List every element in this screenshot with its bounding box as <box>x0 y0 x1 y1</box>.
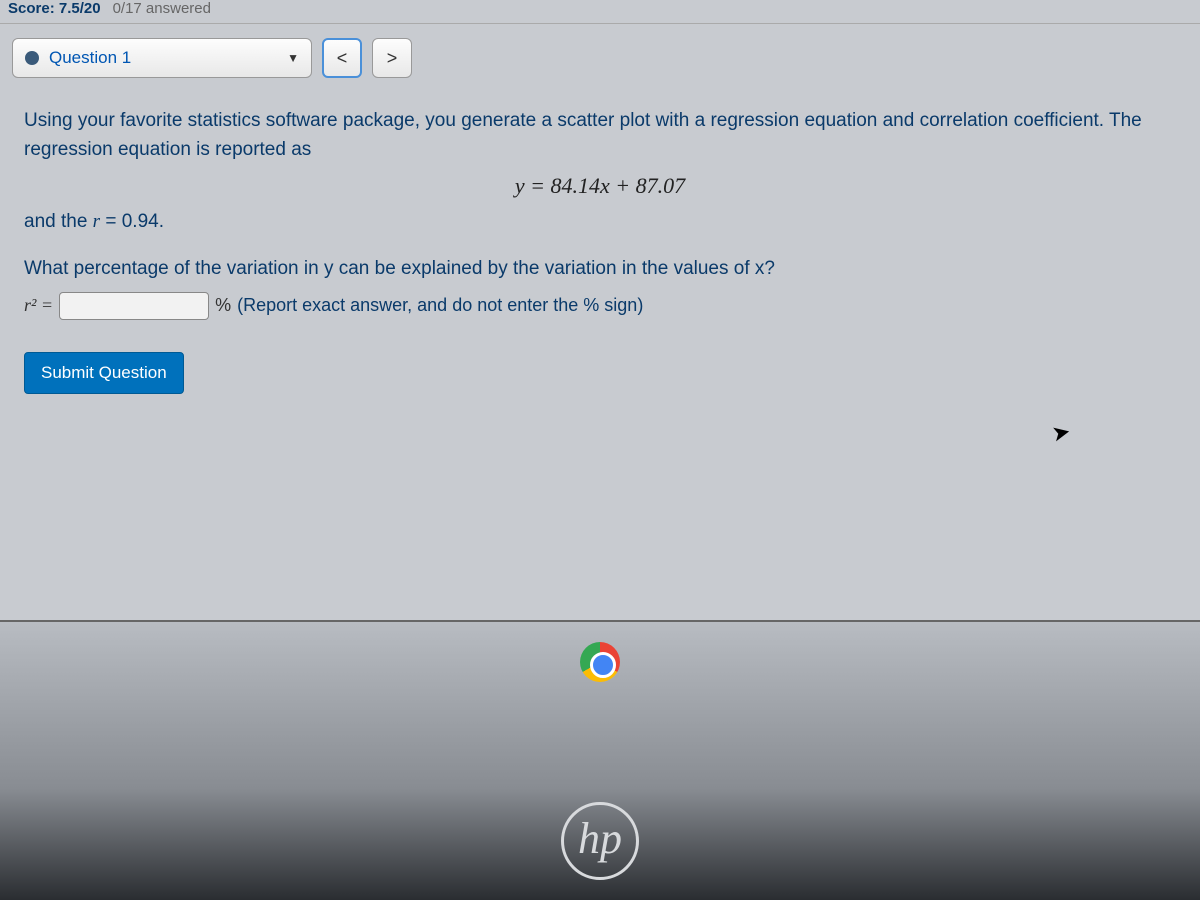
answer-hint: (Report exact answer, and do not enter t… <box>237 292 643 320</box>
r-squared-label: r² = <box>24 292 53 320</box>
question-body: Using your favorite statistics software … <box>0 84 1200 416</box>
question-dropdown[interactable]: Question 1 ▼ <box>12 38 312 78</box>
status-dot-icon <box>25 51 39 65</box>
r-squared-input[interactable] <box>59 292 209 320</box>
hp-logo-icon: hp <box>561 802 639 880</box>
percent-symbol: % <box>215 292 231 320</box>
question-nav: Question 1 ▼ < > <box>0 32 1200 84</box>
regression-equation: y = 84.14x + 87.07 <box>24 169 1176 203</box>
cursor-icon: ➤ <box>1049 418 1072 447</box>
r-value-line: and the r = 0.94. <box>24 207 1176 236</box>
score-bar: Score: 7.5/20 0/17 answered <box>0 0 1200 21</box>
chevron-left-icon: < <box>337 48 348 69</box>
submit-question-button[interactable]: Submit Question <box>24 352 184 394</box>
next-question-button[interactable]: > <box>372 38 412 78</box>
sub-question: What percentage of the variation in y ca… <box>24 254 1176 283</box>
chevron-down-icon: ▼ <box>287 51 299 65</box>
question-intro: Using your favorite statistics software … <box>24 106 1176 165</box>
laptop-bezel: hp <box>0 620 1200 900</box>
chevron-right-icon: > <box>387 48 398 69</box>
question-label: Question 1 <box>49 48 131 68</box>
prev-question-button[interactable]: < <box>322 38 362 78</box>
answered-text: 0/17 answered <box>113 0 211 17</box>
answer-row: r² = % (Report exact answer, and do not … <box>24 292 1176 320</box>
chrome-icon[interactable] <box>580 642 620 682</box>
divider <box>0 23 1200 24</box>
score-text: Score: 7.5/20 <box>8 0 101 17</box>
